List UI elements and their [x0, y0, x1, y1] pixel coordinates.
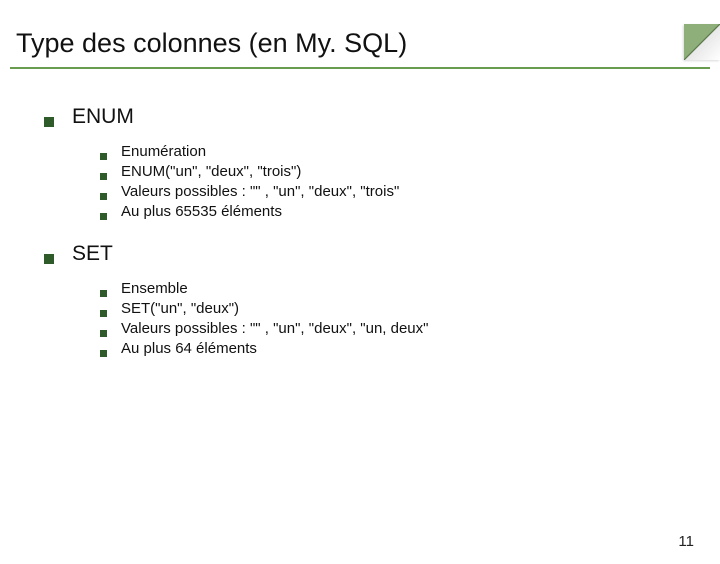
section-heading: SET: [44, 242, 700, 266]
square-bullet-icon: [100, 173, 107, 180]
list-item: SET("un", "deux"): [100, 300, 700, 317]
section-items: Ensemble SET("un", "deux") Valeurs possi…: [100, 280, 700, 357]
list-item: Valeurs possibles : "" , "un", "deux", "…: [100, 183, 700, 200]
square-bullet-icon: [100, 350, 107, 357]
list-item: Enumération: [100, 143, 700, 160]
title-container: Type des colonnes (en My. SQL): [10, 24, 710, 69]
list-item-label: Au plus 64 éléments: [121, 340, 257, 357]
square-bullet-icon: [100, 193, 107, 200]
page-fold-decoration: [684, 24, 720, 60]
square-bullet-icon: [44, 117, 54, 127]
list-item: Au plus 65535 éléments: [100, 203, 700, 220]
list-item-label: Valeurs possibles : "" , "un", "deux", "…: [121, 183, 399, 200]
list-item-label: Enumération: [121, 143, 206, 160]
square-bullet-icon: [44, 254, 54, 264]
list-item: Ensemble: [100, 280, 700, 297]
section-heading: ENUM: [44, 105, 700, 129]
list-item: Valeurs possibles : "" , "un", "deux", "…: [100, 320, 700, 337]
content-area: ENUM Enumération ENUM("un", "deux", "tro…: [0, 69, 720, 357]
section-items: Enumération ENUM("un", "deux", "trois") …: [100, 143, 700, 220]
list-item-label: Ensemble: [121, 280, 188, 297]
square-bullet-icon: [100, 330, 107, 337]
square-bullet-icon: [100, 213, 107, 220]
slide-title: Type des colonnes (en My. SQL): [16, 28, 704, 59]
list-item-label: Valeurs possibles : "" , "un", "deux", "…: [121, 320, 428, 337]
list-item-label: SET("un", "deux"): [121, 300, 239, 317]
list-item-label: ENUM("un", "deux", "trois"): [121, 163, 301, 180]
square-bullet-icon: [100, 290, 107, 297]
page-number: 11: [678, 533, 694, 550]
section-heading-label: ENUM: [72, 105, 134, 129]
section-heading-label: SET: [72, 242, 113, 266]
list-item: Au plus 64 éléments: [100, 340, 700, 357]
square-bullet-icon: [100, 310, 107, 317]
square-bullet-icon: [100, 153, 107, 160]
list-item-label: Au plus 65535 éléments: [121, 203, 282, 220]
list-item: ENUM("un", "deux", "trois"): [100, 163, 700, 180]
title-underline: Type des colonnes (en My. SQL): [10, 24, 710, 69]
